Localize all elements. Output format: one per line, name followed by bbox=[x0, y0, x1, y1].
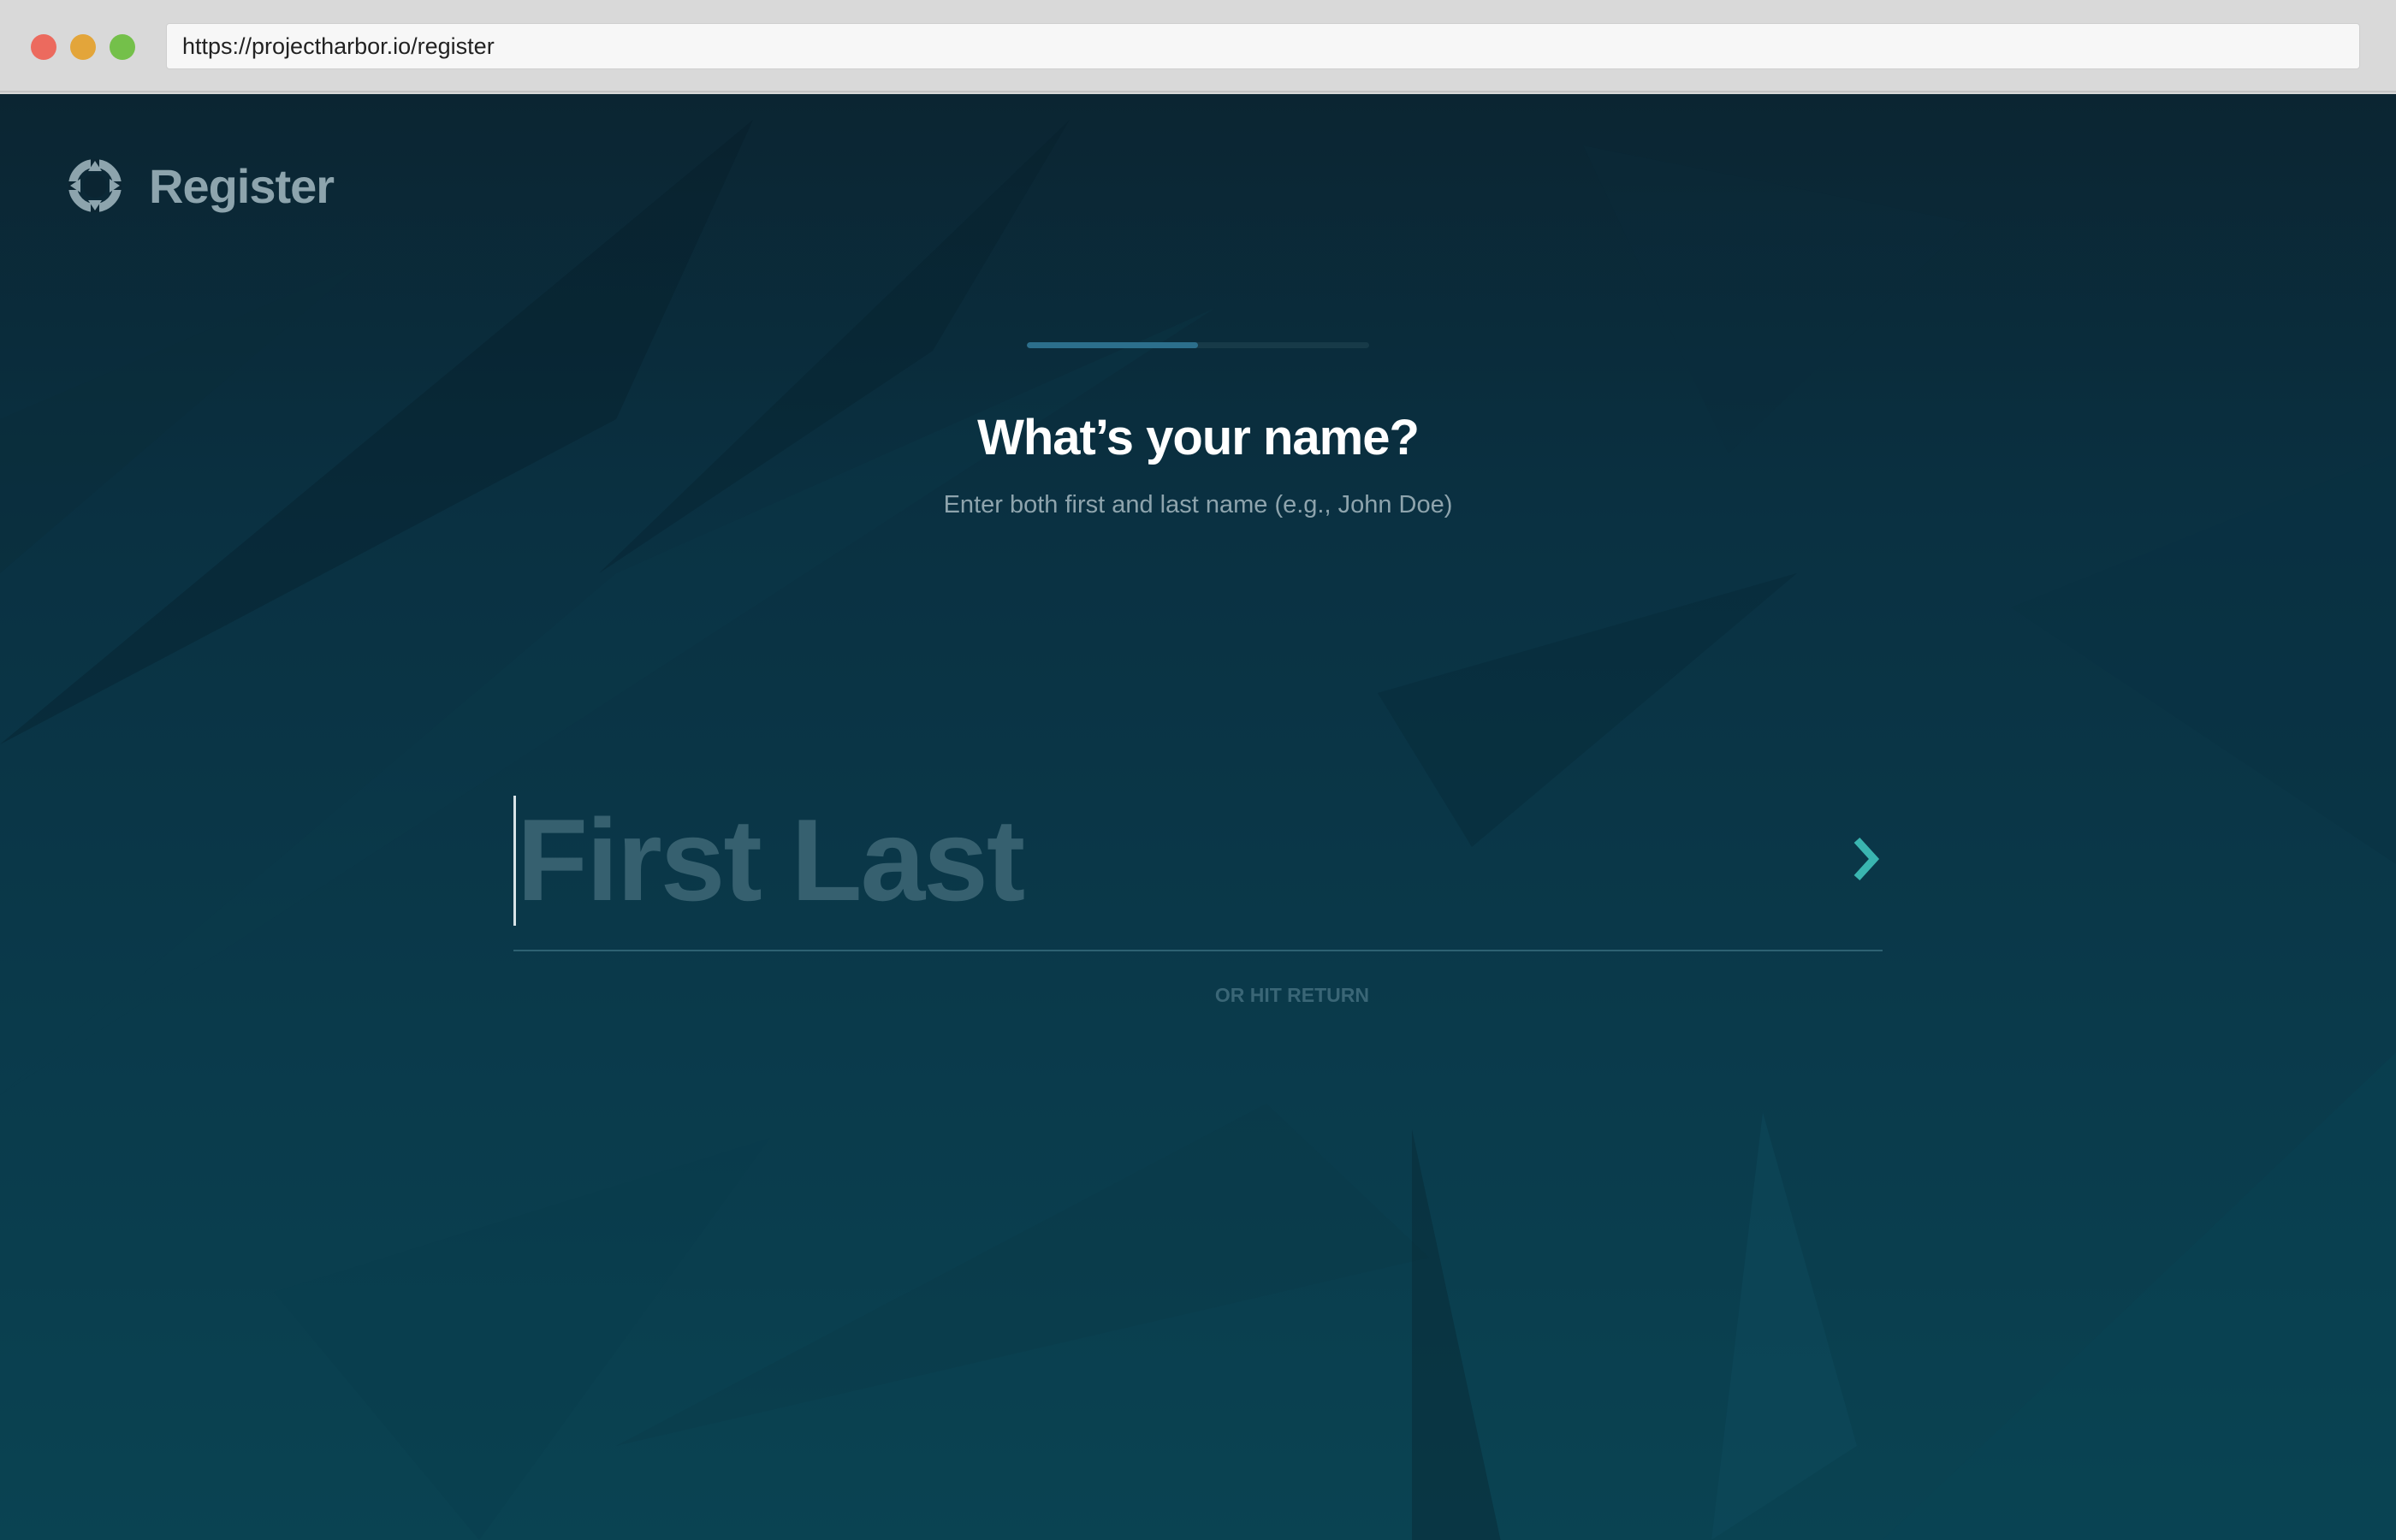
address-bar[interactable]: https://projectharbor.io/register bbox=[166, 23, 2360, 69]
brand: Register bbox=[67, 156, 335, 216]
name-input[interactable] bbox=[513, 787, 1800, 933]
question-heading: What’s your name? bbox=[977, 410, 1420, 465]
name-field-container bbox=[513, 702, 1883, 951]
progress-bar-fill bbox=[1027, 342, 1198, 348]
text-cursor bbox=[513, 796, 516, 926]
input-underline bbox=[513, 950, 1883, 951]
return-hint: OR HIT RETURN bbox=[1214, 984, 1369, 1006]
register-page: Register What’s your name? Enter both fi… bbox=[0, 94, 2396, 1540]
minimize-window-button[interactable] bbox=[70, 34, 96, 60]
question-hint: Enter both first and last name (e.g., Jo… bbox=[943, 491, 1453, 518]
close-window-button[interactable] bbox=[31, 34, 56, 60]
chevron-right-icon[interactable] bbox=[1848, 833, 1883, 885]
progress-bar bbox=[1027, 342, 1369, 348]
browser-window: https://projectharbor.io/register Regist… bbox=[0, 0, 2396, 1540]
lifebuoy-icon bbox=[68, 159, 122, 212]
maximize-window-button[interactable] bbox=[110, 34, 135, 60]
browser-toolbar: https://projectharbor.io/register bbox=[0, 0, 2396, 92]
page-title: Register bbox=[149, 158, 335, 213]
